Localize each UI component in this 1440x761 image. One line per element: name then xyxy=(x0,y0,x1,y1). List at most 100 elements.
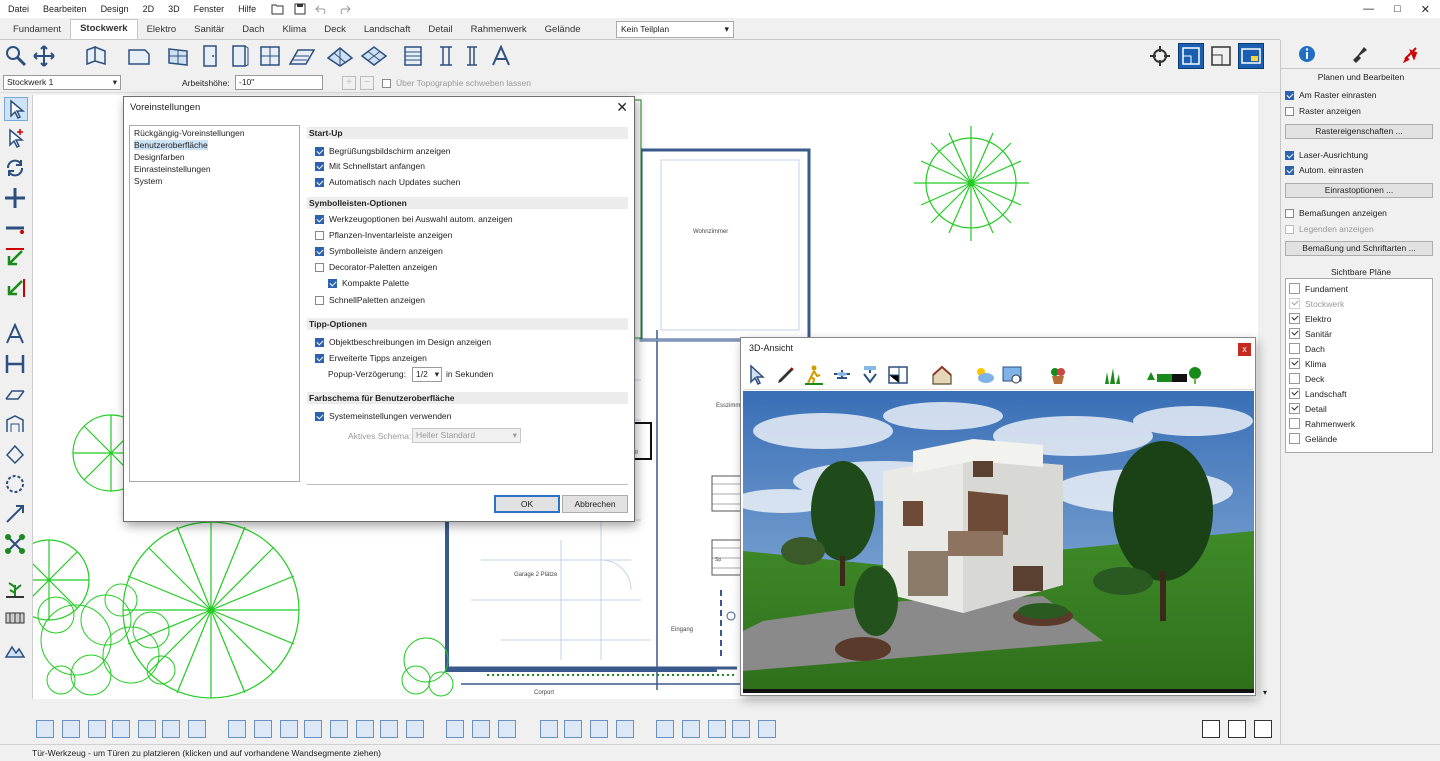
angle-dim-icon[interactable] xyxy=(4,383,28,407)
align-bottom-icon[interactable] xyxy=(188,720,206,738)
plan-fundament-box[interactable] xyxy=(1289,283,1300,294)
frame-inner-icon[interactable] xyxy=(1228,720,1246,738)
3d-select-icon[interactable] xyxy=(747,364,769,386)
mirror-2-icon[interactable] xyxy=(732,720,750,738)
frame-icon[interactable] xyxy=(1202,720,1220,738)
mirror-3-icon[interactable] xyxy=(758,720,776,738)
plus-icon[interactable]: + xyxy=(342,76,356,90)
frame-corner-icon[interactable] xyxy=(1254,720,1272,738)
line-arrow-icon[interactable] xyxy=(4,503,28,527)
show-legends-box[interactable] xyxy=(1285,224,1294,234)
snap-grid-checkbox[interactable]: Am Raster einrasten xyxy=(1285,90,1376,100)
dims-fonts-button[interactable]: Bemaßung und Schriftarten ... xyxy=(1285,241,1433,256)
tab-rahmenwerk[interactable]: Rahmenwerk xyxy=(462,21,536,39)
show-grid-box[interactable] xyxy=(1285,106,1294,116)
tree-item-system[interactable]: System xyxy=(134,176,162,186)
mirror-v-icon[interactable] xyxy=(708,720,726,738)
3d-settings-icon[interactable] xyxy=(1001,364,1023,386)
dimension-icon[interactable] xyxy=(4,353,28,377)
system-settings-box[interactable] xyxy=(315,411,324,421)
match-center-icon[interactable] xyxy=(356,720,374,738)
3d-view-close-icon[interactable]: x xyxy=(1238,343,1251,356)
tab-sanitaer[interactable]: Sanitär xyxy=(185,21,233,39)
plan-rahmenwerk-box[interactable] xyxy=(1289,418,1300,429)
plant-inventory-box[interactable] xyxy=(315,230,324,240)
align-top-icon[interactable] xyxy=(138,720,156,738)
tool-options-box[interactable] xyxy=(315,214,324,224)
plan-fundament[interactable]: Fundament xyxy=(1289,283,1348,294)
quickstart-box[interactable] xyxy=(315,161,324,171)
show-dims-checkbox[interactable]: Bemaßungen anzeigen xyxy=(1285,208,1387,218)
arrow-down-left-2-icon[interactable] xyxy=(4,277,28,301)
plan-view-icon[interactable] xyxy=(1178,43,1204,69)
plan-landschaft-box[interactable] xyxy=(1289,388,1300,399)
zoom-icon[interactable] xyxy=(4,44,28,68)
welcome-box[interactable] xyxy=(315,146,324,156)
pan-icon[interactable] xyxy=(32,44,56,68)
plan-rahmenwerk[interactable]: Rahmenwerk xyxy=(1289,418,1355,429)
tab-landschaft[interactable]: Landschaft xyxy=(355,21,419,39)
menu-bearbeiten[interactable]: Bearbeiten xyxy=(43,4,87,14)
tree-item-colors[interactable]: Designfarben xyxy=(134,152,185,162)
vertical-scrollbar[interactable]: ▾ xyxy=(1258,95,1272,699)
laser-box[interactable] xyxy=(1285,150,1294,160)
snap-grid-box[interactable] xyxy=(1285,90,1294,100)
height-input[interactable]: -10" xyxy=(235,75,323,90)
match-right-icon[interactable] xyxy=(380,720,398,738)
quick-palettes-checkbox[interactable]: SchnellPaletten anzeigen xyxy=(315,295,425,305)
save-icon[interactable] xyxy=(292,2,308,16)
quick-palettes-box[interactable] xyxy=(315,295,324,305)
plan-dach[interactable]: Dach xyxy=(1289,343,1325,354)
floor-select[interactable]: Stockwerk 1 ▾ xyxy=(3,75,121,90)
wall-line-icon[interactable] xyxy=(4,217,28,241)
distribute-v-icon[interactable] xyxy=(254,720,272,738)
tab-klima[interactable]: Klima xyxy=(273,21,315,39)
3d-camera-icon[interactable] xyxy=(859,364,881,386)
updates-box[interactable] xyxy=(315,177,324,187)
toolbar-change-checkbox[interactable]: Symbolleiste ändern anzeigen xyxy=(315,246,443,256)
auto-snap-box[interactable] xyxy=(1285,165,1294,175)
menu-fenster[interactable]: Fenster xyxy=(194,4,225,14)
dialog-close-icon[interactable]: ✕ xyxy=(616,99,628,116)
topo-checkbox-box[interactable] xyxy=(382,78,391,88)
room-tool-icon[interactable] xyxy=(126,44,152,68)
maximize-icon[interactable]: □ xyxy=(1394,3,1401,15)
cancel-button[interactable]: Abbrechen xyxy=(562,495,628,513)
plan-gelaende-box[interactable] xyxy=(1289,433,1300,444)
group-vertical-icon[interactable] xyxy=(472,720,490,738)
resize-expand-icon[interactable] xyxy=(590,720,608,738)
open-folder-icon[interactable] xyxy=(270,2,286,16)
tree-item-undo[interactable]: Rückgängig-Voreinstellungen xyxy=(134,128,245,138)
match-left-icon[interactable] xyxy=(330,720,348,738)
scroll-down-icon[interactable]: ▾ xyxy=(1258,688,1272,697)
welcome-checkbox[interactable]: Begrüßungsbildschirm anzeigen xyxy=(315,146,450,156)
deck-icon[interactable] xyxy=(360,44,388,68)
horizontal-scrollbar[interactable] xyxy=(32,699,1272,715)
align-middle-icon[interactable] xyxy=(112,720,130,738)
topo-checkbox[interactable]: Über Topographie schweben lassen xyxy=(382,78,531,88)
active-scheme-select[interactable]: Heller Standard ▾ xyxy=(412,428,521,443)
show-legends-checkbox[interactable]: Legenden anzeigen xyxy=(1285,224,1374,234)
door-tool-icon[interactable] xyxy=(200,44,220,68)
align-center-icon[interactable] xyxy=(62,720,80,738)
info-tab-icon[interactable] xyxy=(1281,40,1333,68)
brush-tab-icon[interactable] xyxy=(1333,40,1385,68)
shelf-icon[interactable] xyxy=(402,44,424,68)
resize-width-icon[interactable] xyxy=(540,720,558,738)
popup-delay-select[interactable]: 1/2 ▾ xyxy=(412,367,442,382)
redo-icon[interactable] xyxy=(336,2,352,16)
align-left-icon[interactable] xyxy=(36,720,54,738)
show-grid-checkbox[interactable]: Raster anzeigen xyxy=(1285,106,1361,116)
tab-elektro[interactable]: Elektro xyxy=(138,21,186,39)
plan-deck-box[interactable] xyxy=(1289,373,1300,384)
elevation-view-icon[interactable] xyxy=(1208,43,1234,69)
pillar-icon[interactable] xyxy=(462,44,482,68)
tab-dach[interactable]: Dach xyxy=(233,21,273,39)
plan-deck[interactable]: Deck xyxy=(1289,373,1324,384)
menu-datei[interactable]: Datei xyxy=(8,4,29,14)
3d-walk-icon[interactable] xyxy=(803,364,825,386)
tree-item-snap[interactable]: Einrasteinstellungen xyxy=(134,164,211,174)
roof-icon[interactable] xyxy=(326,44,354,68)
3d-grass-icon[interactable] xyxy=(1101,364,1123,386)
close-icon[interactable]: ✕ xyxy=(1421,3,1430,16)
